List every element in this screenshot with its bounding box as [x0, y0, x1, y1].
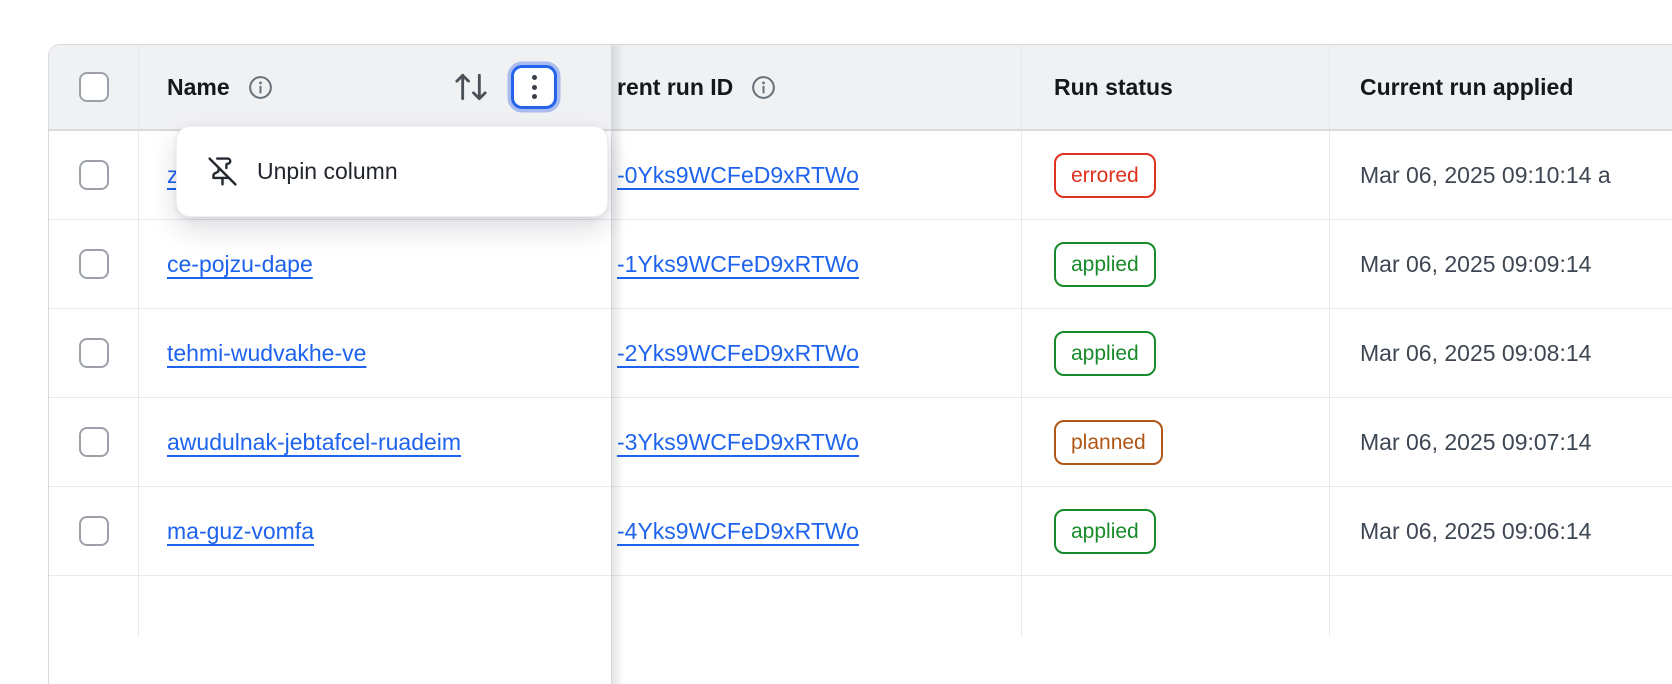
table-row: tehmi-wudvakhe-ve -2Yks9WCFeD9xRTWo appl…	[49, 309, 1672, 398]
table-row	[49, 576, 1672, 636]
applied-at-cell: Mar 06, 2025 09:07:14	[1330, 398, 1672, 486]
row-checkbox[interactable]	[79, 249, 109, 279]
table-row: ma-guz-vomfa -4Yks9WCFeD9xRTWo applied M…	[49, 487, 1672, 576]
run-status-cell: planned	[1022, 398, 1330, 486]
run-status-badge: applied	[1054, 331, 1156, 376]
stack-name-link[interactable]: ma-guz-vomfa	[167, 518, 314, 545]
select-all-cell	[49, 45, 139, 129]
row-select-cell	[49, 576, 139, 636]
applied-timestamp: Mar 06, 2025 09:06:14	[1360, 518, 1591, 545]
row-select-cell	[49, 398, 139, 486]
row-select-cell	[49, 131, 139, 219]
select-all-checkbox[interactable]	[79, 72, 109, 102]
column-header-current-run-id: rent run ID	[611, 45, 1022, 129]
run-status-cell: applied	[1022, 220, 1330, 308]
table-row: ce-pojzu-dape -1Yks9WCFeD9xRTWo applied …	[49, 220, 1672, 309]
applied-timestamp: Mar 06, 2025 09:10:14 a	[1360, 162, 1611, 189]
sort-arrows-icon[interactable]	[451, 67, 491, 107]
run-status-cell: applied	[1022, 309, 1330, 397]
name-cell: ce-pojzu-dape	[139, 220, 611, 308]
run-id-link[interactable]: -0Yks9WCFeD9xRTWo	[617, 162, 859, 189]
info-icon[interactable]	[750, 74, 777, 101]
stack-name-link[interactable]: ce-pojzu-dape	[167, 251, 313, 278]
unpin-column-menu-item[interactable]: Unpin column	[207, 156, 398, 187]
applied-at-cell: Mar 06, 2025 09:09:14	[1330, 220, 1672, 308]
column-header-run-status: Run status	[1022, 45, 1330, 129]
run-status-cell	[1022, 576, 1330, 636]
row-checkbox[interactable]	[79, 338, 109, 368]
row-checkbox[interactable]	[79, 160, 109, 190]
name-column-label: Name	[167, 74, 230, 101]
name-cell: ma-guz-vomfa	[139, 487, 611, 575]
run-id-cell: -1Yks9WCFeD9xRTWo	[611, 220, 1022, 308]
stack-name-link[interactable]: tehmi-wudvakhe-ve	[167, 340, 366, 367]
name-cell	[139, 576, 611, 636]
row-select-cell	[49, 487, 139, 575]
name-cell: awudulnak-jebtafcel-ruadeim	[139, 398, 611, 486]
column-menu: Unpin column	[176, 126, 608, 217]
row-checkbox[interactable]	[79, 427, 109, 457]
current-run-id-column-label: rent run ID	[617, 74, 733, 101]
unpin-column-label: Unpin column	[257, 158, 398, 185]
table-header-row: Name rent run ID	[49, 45, 1672, 131]
applied-at-cell: Mar 06, 2025 09:06:14	[1330, 487, 1672, 575]
applied-at-cell: Mar 06, 2025 09:10:14 a	[1330, 131, 1672, 219]
run-status-badge: applied	[1054, 242, 1156, 287]
column-header-current-run-applied: Current run applied	[1330, 45, 1672, 129]
run-status-badge: planned	[1054, 420, 1163, 465]
run-id-cell: -3Yks9WCFeD9xRTWo	[611, 398, 1022, 486]
run-id-link[interactable]: -4Yks9WCFeD9xRTWo	[617, 518, 859, 545]
run-id-cell	[611, 576, 1022, 636]
run-id-link[interactable]: -3Yks9WCFeD9xRTWo	[617, 429, 859, 456]
run-id-cell: -2Yks9WCFeD9xRTWo	[611, 309, 1022, 397]
current-run-applied-column-label: Current run applied	[1360, 74, 1573, 101]
applied-timestamp: Mar 06, 2025 09:08:14	[1360, 340, 1591, 367]
run-status-badge: errored	[1054, 153, 1156, 198]
info-icon[interactable]	[247, 74, 274, 101]
name-cell: tehmi-wudvakhe-ve	[139, 309, 611, 397]
run-id-cell: -0Yks9WCFeD9xRTWo	[611, 131, 1022, 219]
applied-at-cell	[1330, 576, 1672, 636]
applied-timestamp: Mar 06, 2025 09:07:14	[1360, 429, 1591, 456]
run-id-link[interactable]: -1Yks9WCFeD9xRTWo	[617, 251, 859, 278]
run-status-column-label: Run status	[1054, 74, 1173, 101]
row-select-cell	[49, 220, 139, 308]
run-status-cell: applied	[1022, 487, 1330, 575]
kebab-icon[interactable]	[511, 65, 557, 109]
applied-at-cell: Mar 06, 2025 09:08:14	[1330, 309, 1672, 397]
unpin-icon	[207, 156, 238, 187]
row-checkbox[interactable]	[79, 516, 109, 546]
page: { "header": { "columns": [ { "id": "name…	[0, 0, 1672, 612]
run-status-cell: errored	[1022, 131, 1330, 219]
applied-timestamp: Mar 06, 2025 09:09:14	[1360, 251, 1591, 278]
run-status-badge: applied	[1054, 509, 1156, 554]
stack-name-link[interactable]: awudulnak-jebtafcel-ruadeim	[167, 429, 461, 456]
run-id-link[interactable]: -2Yks9WCFeD9xRTWo	[617, 340, 859, 367]
column-header-name: Name	[139, 45, 611, 129]
row-select-cell	[49, 309, 139, 397]
table-row: awudulnak-jebtafcel-ruadeim -3Yks9WCFeD9…	[49, 398, 1672, 487]
run-id-cell: -4Yks9WCFeD9xRTWo	[611, 487, 1022, 575]
